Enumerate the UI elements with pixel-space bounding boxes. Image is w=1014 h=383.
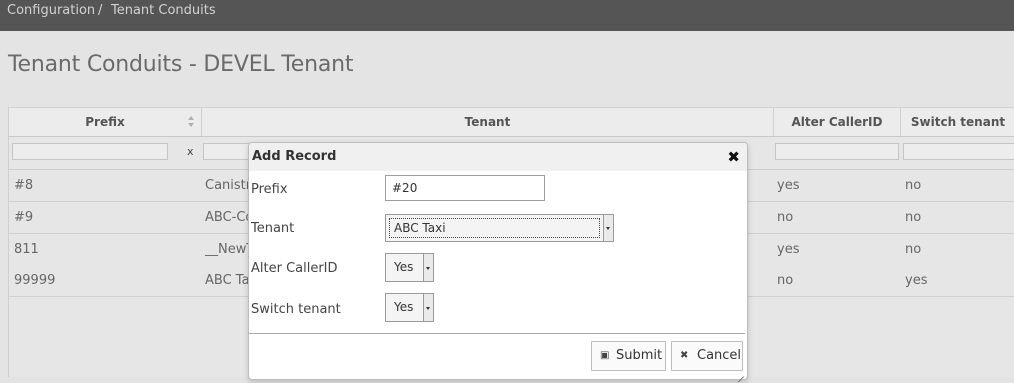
chevron-down-icon — [423, 254, 433, 281]
cell-prefix: #8 — [14, 178, 34, 193]
sort-arrows-icon[interactable] — [188, 116, 195, 128]
alter-callerid-label: Alter CallerID — [251, 261, 338, 276]
add-record-dialog: Add Record ✖ Prefix Tenant ABC Taxi Alte… — [248, 142, 748, 380]
cell-tenant: ABC Ta — [205, 273, 249, 288]
column-header-label: Alter CallerID — [791, 115, 883, 129]
cell-tenant: ABC-Co — [205, 210, 249, 225]
breadcrumb-item-configuration[interactable]: Configuration — [7, 3, 95, 18]
cell-alter-callerid: yes — [777, 178, 800, 193]
column-header-label: Tenant — [464, 115, 511, 129]
cell-prefix: #9 — [14, 210, 34, 225]
cell-alter-callerid: yes — [777, 242, 800, 257]
cell-alter-callerid: no — [777, 210, 794, 225]
submit-button[interactable]: ▣ Submit — [591, 341, 666, 371]
tenant-select-value: ABC Taxi — [394, 221, 446, 235]
breadcrumb-item-tenant-conduits: Tenant Conduits — [111, 3, 216, 18]
dialog-divider — [249, 333, 745, 334]
alter-callerid-select[interactable]: Yes — [385, 253, 434, 282]
close-icon[interactable]: ✖ — [727, 148, 740, 166]
column-header-switch-tenant[interactable]: Switch tenant — [901, 108, 1014, 136]
column-header-prefix[interactable]: Prefix — [9, 108, 202, 136]
switch-tenant-select[interactable]: Yes — [385, 293, 434, 322]
cancel-button[interactable]: ✖ Cancel — [671, 341, 743, 371]
switch-tenant-select-value: Yes — [394, 300, 414, 314]
tenant-label: Tenant — [251, 221, 295, 236]
dialog-title: Add Record — [252, 149, 337, 164]
cell-switch-tenant: no — [905, 178, 922, 193]
page-title: Tenant Conduits - DEVEL Tenant — [8, 52, 354, 77]
switch-tenant-filter-input[interactable] — [903, 143, 1014, 160]
column-header-tenant[interactable]: Tenant — [202, 108, 774, 136]
cell-tenant: Canistr — [205, 178, 249, 193]
cell-switch-tenant: yes — [905, 273, 928, 288]
cancel-icon: ✖ — [680, 350, 689, 361]
cell-switch-tenant: no — [905, 242, 922, 257]
column-header-alter-callerid[interactable]: Alter CallerID — [774, 108, 901, 136]
top-bar: Configuration / Tenant Conduits — [0, 0, 1014, 31]
cell-prefix: 99999 — [14, 273, 56, 288]
chevron-down-icon — [423, 294, 433, 321]
save-icon: ▣ — [600, 350, 610, 361]
column-header-label: Switch tenant — [910, 115, 1006, 129]
cell-switch-tenant: no — [905, 210, 922, 225]
prefix-filter-input[interactable] — [12, 143, 168, 160]
prefix-input[interactable] — [385, 175, 545, 201]
submit-button-label: Submit — [616, 348, 663, 363]
alter-callerid-filter-input[interactable] — [775, 143, 899, 160]
column-header-label: Prefix — [85, 115, 125, 129]
alter-callerid-select-value: Yes — [394, 260, 414, 274]
tenant-select[interactable]: ABC Taxi — [385, 214, 614, 242]
prefix-label: Prefix — [251, 182, 288, 197]
grid-header: Prefix Tenant Alter CallerID Switch tena… — [9, 108, 1014, 137]
breadcrumb-separator: / — [98, 3, 103, 18]
cell-tenant: __NewT — [205, 242, 249, 257]
switch-tenant-label: Switch tenant — [251, 302, 341, 317]
dialog-header: Add Record ✖ — [249, 143, 747, 171]
clear-filter-icon[interactable]: x — [187, 145, 194, 158]
chevron-down-icon — [603, 215, 613, 241]
cancel-button-label: Cancel — [697, 348, 742, 363]
cell-alter-callerid: no — [777, 273, 794, 288]
cell-prefix: 811 — [14, 242, 39, 257]
